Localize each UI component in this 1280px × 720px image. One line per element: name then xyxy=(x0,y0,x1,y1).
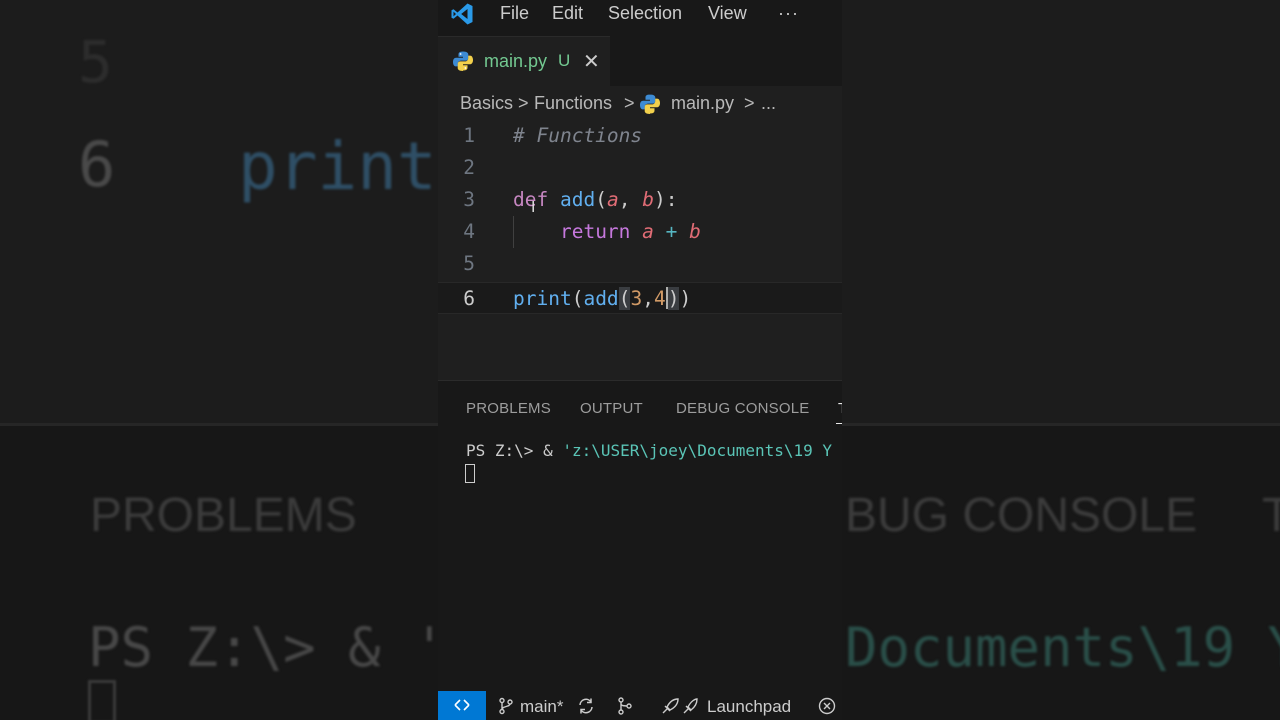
tab-bar: main.py U ✕ xyxy=(438,30,842,86)
menu-edit[interactable]: Edit xyxy=(552,3,583,24)
terminal-cursor xyxy=(465,464,475,483)
status-bar: main* Launchpad xyxy=(438,691,842,720)
git-branch-icon xyxy=(499,697,513,715)
line-number: 3 xyxy=(463,188,475,211)
comma: , xyxy=(642,287,654,310)
number-3: 3 xyxy=(630,287,643,310)
function-name: add xyxy=(559,188,596,211)
menu-selection[interactable]: Selection xyxy=(608,3,682,24)
python-file-icon xyxy=(640,94,660,114)
menu-more[interactable]: ··· xyxy=(778,3,799,24)
chevron-right-icon: > xyxy=(744,93,755,113)
tab-debug-console[interactable]: DEBUG CONSOLE xyxy=(676,400,809,417)
breadcrumb-basics[interactable]: Basics xyxy=(460,93,513,114)
background-print-text: print xyxy=(238,128,437,205)
line-number-active: 6 xyxy=(463,287,475,310)
background-problems-text: PROBLEMS xyxy=(90,489,357,542)
line-number: 4 xyxy=(463,220,475,243)
line-number: 5 xyxy=(463,252,475,275)
code-line-3: 3 def add(a, b): xyxy=(438,184,842,216)
python-file-icon xyxy=(453,51,473,71)
paren-colon: ): xyxy=(653,188,678,211)
background-path-text: Documents\19 Y xyxy=(845,616,1280,679)
vscode-window: File Edit Selection View ··· main.py U ✕… xyxy=(438,0,842,720)
paren: ( xyxy=(595,188,607,211)
background-terminal-text: T xyxy=(1262,489,1280,542)
background-prompt-text: PS Z:\> & ' xyxy=(88,616,446,679)
matched-paren: ( xyxy=(618,287,631,310)
code-line-6-current: 6 print(add(3,4)) xyxy=(438,282,842,314)
breadcrumb-symbols[interactable]: ... xyxy=(761,93,776,114)
call-add: add xyxy=(583,287,619,310)
active-tab-indicator xyxy=(836,423,842,424)
tab-problems[interactable]: PROBLEMS xyxy=(466,400,551,417)
paren: ) xyxy=(679,287,692,310)
terminal-prompt: PS Z:\> & xyxy=(466,441,563,460)
background-debug-console-text: BUG CONSOLE xyxy=(845,489,1198,542)
chevron-right-icon: > xyxy=(518,93,529,113)
background-line-number-6: 6 xyxy=(78,128,116,201)
remote-button[interactable] xyxy=(438,691,486,720)
terminal-path: 'z:\USER\joey\Documents\19 Y xyxy=(562,441,833,460)
menu-view[interactable]: View xyxy=(708,3,747,24)
comma: , xyxy=(618,188,643,211)
code-line-1: 1 # Functions xyxy=(438,120,842,152)
menu-file[interactable]: File xyxy=(500,3,529,24)
tab-output[interactable]: OUTPUT xyxy=(580,400,643,417)
sync-icon[interactable] xyxy=(576,696,596,716)
close-icon[interactable]: ✕ xyxy=(583,49,600,73)
ibeam-cursor-icon: I xyxy=(531,198,536,216)
param-b: b xyxy=(642,188,654,211)
launchpad-label[interactable]: Launchpad xyxy=(707,697,791,717)
builtin-print: print xyxy=(513,287,572,310)
tab-untracked-badge: U xyxy=(558,51,571,70)
var-b: b xyxy=(689,220,701,243)
chevron-right-icon: > xyxy=(624,93,635,113)
bottom-panel: PROBLEMS OUTPUT DEBUG CONSOLE T PS Z:\> … xyxy=(438,381,842,691)
rocket-icon[interactable] xyxy=(660,696,698,716)
breadcrumb-main-py[interactable]: main.py xyxy=(671,93,734,114)
var-a: a xyxy=(642,220,654,243)
breadcrumb-functions[interactable]: Functions xyxy=(534,93,612,114)
code-editor[interactable]: 1 # Functions 2 3 def add(a, b): 4 retur… xyxy=(438,120,842,380)
background-cursor xyxy=(88,680,116,720)
number-4: 4 xyxy=(653,287,666,310)
terminal-output[interactable]: PS Z:\> & 'z:\USER\joey\Documents\19 Y xyxy=(466,441,832,460)
error-icon[interactable] xyxy=(817,696,837,716)
paren: ( xyxy=(571,287,584,310)
code-line-2: 2 xyxy=(438,152,842,184)
git-graph-icon[interactable] xyxy=(616,696,634,716)
breadcrumb: Basics > Functions > main.py > ... xyxy=(438,86,842,120)
branch-name[interactable]: main* xyxy=(520,697,563,717)
line-number: 1 xyxy=(463,124,475,147)
code-line-4: 4 return a + b xyxy=(438,216,842,248)
keyword-return: return xyxy=(559,220,631,243)
tab-main-py[interactable]: main.py U ✕ xyxy=(438,36,610,86)
tab-terminal[interactable]: T xyxy=(838,400,842,417)
remote-icon xyxy=(454,699,470,711)
param-a: a xyxy=(606,188,619,211)
vscode-logo-icon xyxy=(451,3,473,25)
matched-paren: ) xyxy=(667,287,680,310)
code-line-5: 5 xyxy=(438,248,842,280)
background-line-number-5: 5 xyxy=(78,28,113,96)
title-bar: File Edit Selection View ··· xyxy=(438,0,842,30)
tab-filename: main.py xyxy=(484,51,548,71)
code-comment: # Functions xyxy=(513,124,643,147)
line-number: 2 xyxy=(463,156,475,179)
operator-plus: + xyxy=(653,220,690,243)
